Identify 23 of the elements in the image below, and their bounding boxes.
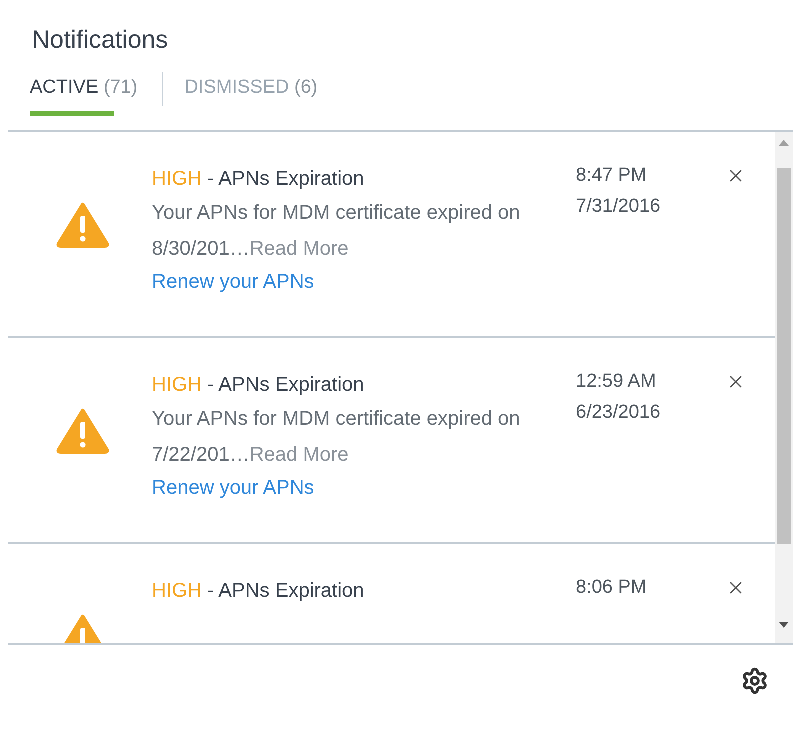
notification-title: HIGH - APNs Expiration: [152, 580, 366, 603]
notification-message: Your APNs for MDM certificate expired on 7/22/201…Read More: [152, 407, 522, 468]
notification-time: 8:06 PM: [576, 576, 648, 600]
notification-time: 8:47 PM: [576, 164, 648, 188]
read-more-link[interactable]: Read More: [250, 238, 349, 260]
renew-link[interactable]: Renew your APNs: [152, 477, 522, 500]
tab[interactable]: DISMISSED (6): [184, 77, 318, 116]
warning-icon: [56, 202, 110, 248]
notification-date: 7/31/2016: [576, 195, 662, 219]
scroll-down-icon[interactable]: [779, 622, 789, 628]
notification-message: Your APNs for MDM certificate expired on 8/30/201…Read More: [152, 201, 522, 262]
notification-date: 6/23/2016: [576, 401, 662, 425]
notification-title: HIGH - APNs Expiration: [152, 374, 366, 397]
renew-link[interactable]: Renew your APNs: [152, 271, 522, 294]
notification-time: 12:59 AM: [576, 370, 658, 394]
scrollbar[interactable]: [775, 132, 793, 643]
scroll-thumb[interactable]: [777, 168, 791, 544]
notification-title: HIGH - APNs Expiration: [152, 168, 366, 191]
warning-icon: [56, 408, 110, 454]
panel-title: Notifications: [32, 26, 170, 55]
tab[interactable]: ACTIVE (71): [30, 77, 138, 116]
settings-button[interactable]: [741, 667, 769, 695]
read-more-link[interactable]: Read More: [250, 444, 349, 466]
